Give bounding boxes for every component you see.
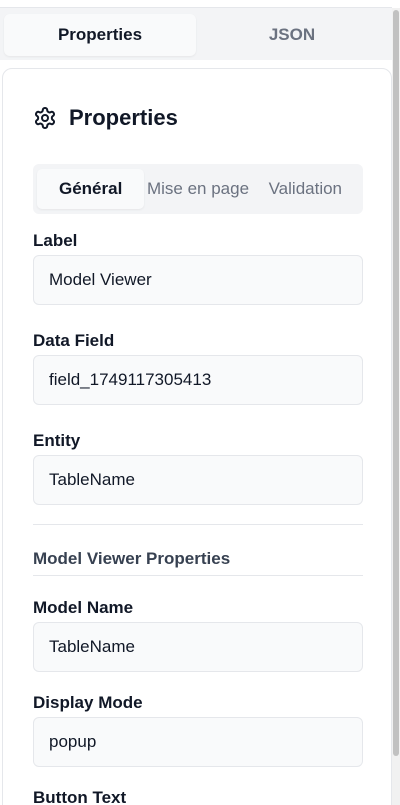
entity-input[interactable]: TableName	[33, 455, 363, 505]
display-mode-label: Display Mode	[33, 693, 143, 712]
label-input[interactable]: Model Viewer	[33, 255, 363, 305]
sub-tab-bar: Général Mise en page Validation	[33, 164, 363, 214]
button-text-label: Button Text	[33, 788, 127, 805]
entity-label: Entity	[33, 431, 81, 450]
panel-title: Properties	[69, 105, 178, 130]
properties-panel: Properties Général Mise en page Validati…	[2, 68, 392, 805]
scrollbar-thumb[interactable]	[393, 10, 399, 756]
section-title-underline	[33, 575, 363, 576]
gear-icon	[33, 106, 57, 130]
label-field-label: Label	[33, 231, 78, 250]
properties-sidebar: Properties JSON Properties Général Mise …	[0, 0, 400, 805]
tab-properties[interactable]: Properties	[4, 14, 196, 56]
top-tab-bar: Properties JSON	[0, 8, 392, 60]
tab-layout[interactable]: Mise en page	[144, 169, 251, 209]
model-name-label: Model Name	[33, 598, 134, 617]
data-field-input[interactable]: field_1749117305413	[33, 355, 363, 405]
model-name-input[interactable]: TableName	[33, 622, 363, 672]
tab-json[interactable]: JSON	[196, 14, 388, 56]
tab-general[interactable]: Général	[37, 169, 145, 209]
data-field-label: Data Field	[33, 331, 115, 350]
panel-header: Properties	[33, 105, 178, 131]
section-divider	[33, 524, 363, 525]
display-mode-input[interactable]: popup	[33, 717, 363, 767]
section-title: Model Viewer Properties	[33, 549, 231, 568]
tab-validation[interactable]: Validation	[252, 169, 359, 209]
